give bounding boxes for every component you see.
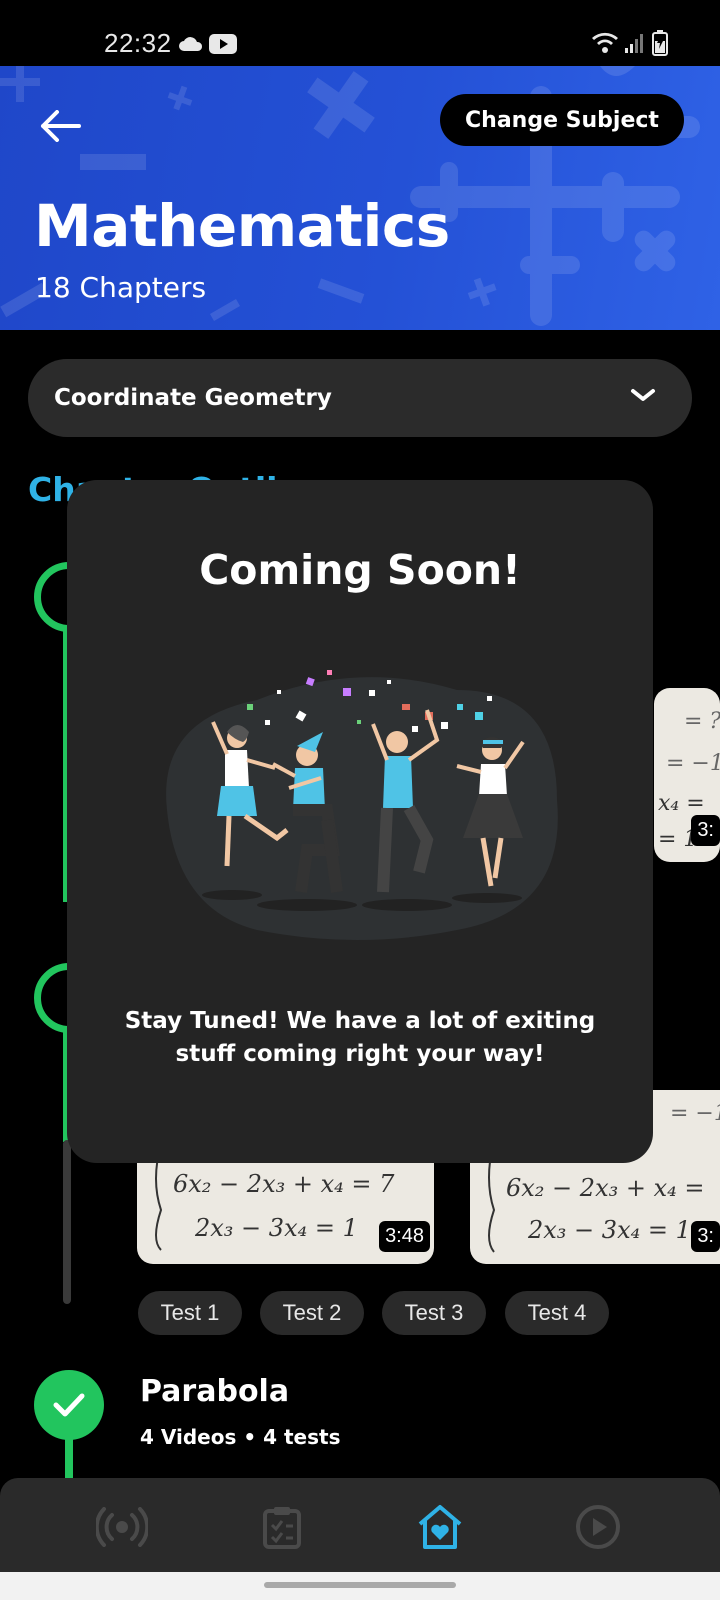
status-time: 22:32 (104, 28, 172, 58)
video-duration: 3: (691, 1221, 720, 1252)
video-duration: 3: (691, 815, 720, 846)
svg-text:2x₃ − 3x₄ = 1: 2x₃ − 3x₄ = 1 (527, 1216, 691, 1244)
bottom-navigation (0, 1478, 720, 1572)
home-icon (418, 1505, 462, 1549)
svg-text:= ?: = ? (684, 709, 720, 734)
status-bar: 22:32 (0, 0, 720, 66)
live-icon (96, 1507, 148, 1547)
svg-text:6x₂ − 2x₃ + x₄ =: 6x₂ − 2x₃ + x₄ = (506, 1174, 704, 1202)
video-duration: 3:48 (379, 1221, 430, 1252)
chevron-down-icon (631, 389, 655, 401)
battery-icon (652, 30, 668, 60)
coming-soon-dialog[interactable]: Coming Soon! Stay Tuned! We have a lot o… (67, 480, 653, 1163)
arrow-left-icon (41, 110, 81, 142)
test-chip[interactable]: Test 1 (138, 1291, 242, 1335)
youtube-icon (209, 34, 237, 58)
svg-text:= −1: = −1 (670, 1101, 720, 1126)
signal-icon (624, 32, 646, 58)
subject-title: Mathematics (34, 192, 450, 260)
checkmark-icon (53, 1393, 85, 1417)
celebration-illustration (166, 670, 558, 940)
timeline-line (63, 1140, 71, 1304)
svg-text:2x₃ − 3x₄ = 1: 2x₃ − 3x₄ = 1 (194, 1214, 358, 1242)
dialog-message: Stay Tuned! We have a lot of exiting stu… (124, 1008, 596, 1067)
nav-videos[interactable] (568, 1498, 628, 1556)
chapter-meta: 4 Videos • 4 tests (140, 1425, 341, 1449)
chapter-dropdown[interactable]: Coordinate Geometry (28, 359, 692, 437)
wifi-icon (590, 30, 620, 58)
subject-header: Change Subject Mathematics 18 Chapters (0, 66, 720, 330)
nav-tests[interactable] (252, 1498, 312, 1556)
system-gesture-bar (0, 1572, 720, 1600)
timeline-line (65, 1438, 73, 1478)
chapter-title[interactable]: Parabola (140, 1374, 289, 1409)
nav-home[interactable] (410, 1498, 470, 1556)
video-thumbnail[interactable]: = ? = −1 x₄ = = 1 3: (654, 688, 720, 862)
play-icon (576, 1505, 620, 1549)
test-chip[interactable]: Test 3 (382, 1291, 486, 1335)
home-gesture-handle[interactable] (264, 1582, 456, 1588)
test-chip[interactable]: Test 4 (505, 1291, 609, 1335)
chapter-count: 18 Chapters (35, 271, 207, 304)
svg-text:6x₂ − 2x₃ + x₄ = 7: 6x₂ − 2x₃ + x₄ = 7 (173, 1170, 395, 1198)
cloud-icon (178, 36, 204, 56)
tests-clipboard-icon (263, 1507, 301, 1549)
test-chip[interactable]: Test 2 (260, 1291, 364, 1335)
chapter-dropdown-value: Coordinate Geometry (54, 385, 332, 411)
svg-text:x₄ =: x₄ = (658, 791, 705, 816)
nav-live[interactable] (92, 1498, 152, 1556)
back-button[interactable] (30, 96, 90, 156)
change-subject-button[interactable]: Change Subject (440, 94, 684, 146)
svg-text:= −1: = −1 (666, 751, 720, 776)
chapter-complete-badge (34, 1370, 104, 1440)
dialog-title: Coming Soon! (199, 546, 521, 594)
